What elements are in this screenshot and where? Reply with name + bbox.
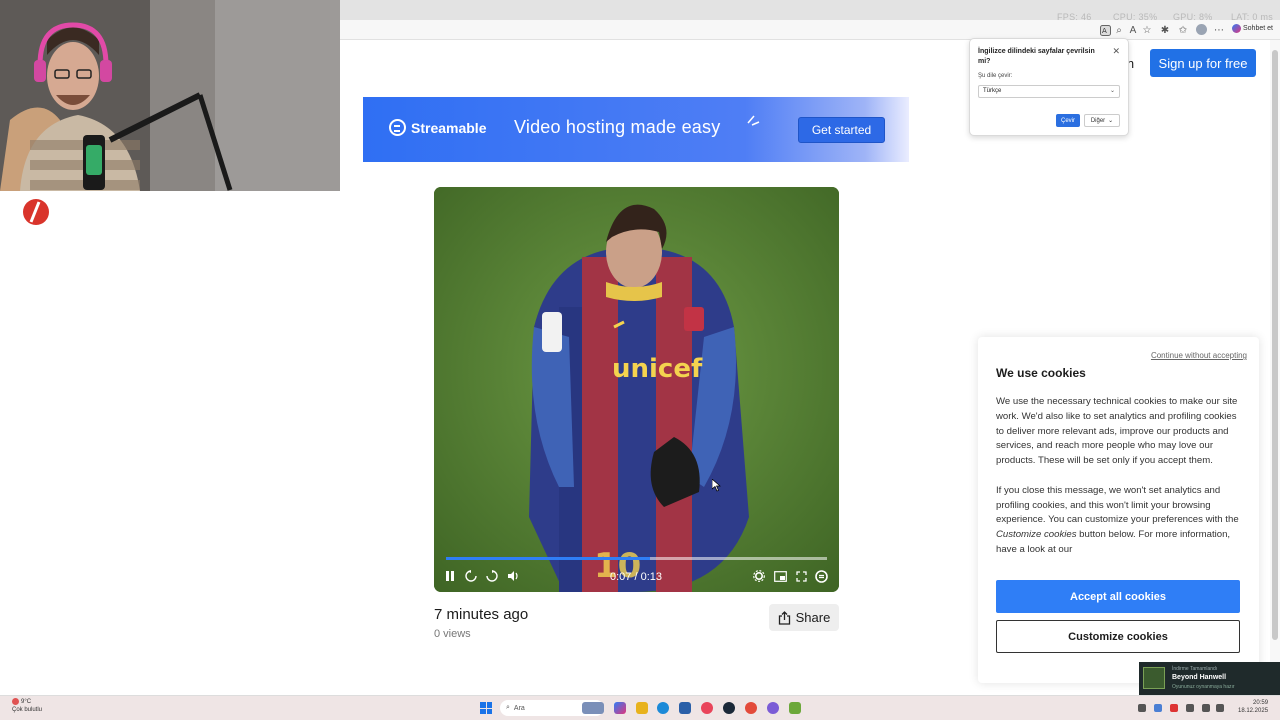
video-player[interactable]: unicef 10 0:07 / 0:13 (434, 187, 839, 592)
notification-status: İndirme Tamamlandı (1172, 666, 1218, 672)
discord-icon[interactable] (767, 702, 779, 714)
fullscreen-icon[interactable] (793, 568, 809, 584)
zoom-icon[interactable]: ⌕ (1112, 23, 1126, 37)
obs-icon[interactable] (745, 702, 757, 714)
tray-network-icon[interactable] (1186, 704, 1194, 712)
copilot-chat-label: Sohbet et (1243, 25, 1273, 32)
share-icon (778, 610, 790, 625)
view-count: 0 views (434, 628, 471, 640)
streamable-logo-icon (389, 119, 406, 136)
forward-icon[interactable] (484, 568, 500, 584)
get-started-button[interactable]: Get started (798, 117, 885, 143)
translate-other-label: Diğer (1090, 117, 1106, 124)
store-icon[interactable] (679, 702, 691, 714)
game-thumbnail (1143, 667, 1165, 689)
search-icon: ⌕ (506, 704, 510, 711)
translate-button[interactable]: Çevir (1056, 114, 1080, 127)
translate-language-label: Şu dile çevir: (978, 73, 1013, 79)
cookie-paragraph-2-start: If you close this message, we won't set … (996, 484, 1239, 526)
taskbar-search-placeholder: Ara (513, 704, 525, 712)
tray-recording-icon[interactable] (1170, 704, 1178, 712)
mouse-cursor-icon (712, 479, 721, 492)
weather-icon (12, 698, 19, 705)
chevron-down-icon: ⌄ (1109, 88, 1115, 94)
notification-title: Beyond Hanwell (1172, 674, 1227, 681)
copilot-chat-button[interactable]: Sohbet et (1232, 24, 1273, 33)
cookie-paragraph-2: If you close this message, we won't set … (996, 484, 1246, 558)
profile-avatar[interactable] (1196, 24, 1207, 35)
file-explorer-icon[interactable] (636, 702, 648, 714)
streamable-logo: Streamable (389, 119, 486, 136)
progress-fill (446, 557, 650, 560)
streamer-logo-icon (23, 199, 49, 225)
cookie-paragraph-2-italic: Customize cookies (996, 529, 1077, 541)
windows-start-icon[interactable] (480, 702, 492, 714)
pause-icon[interactable] (442, 568, 458, 584)
cookie-consent-dialog: Continue without accepting We use cookie… (978, 337, 1259, 683)
webcam-overlay (0, 0, 340, 191)
customize-cookies-button[interactable]: Customize cookies (996, 620, 1240, 653)
language-select[interactable]: Türkçe ⌄ (978, 85, 1120, 98)
chevron-down-icon: ⌄ (1108, 118, 1114, 124)
tray-battery-icon[interactable] (1202, 704, 1210, 712)
video-frame: unicef 10 (434, 187, 839, 592)
tray-clock[interactable]: 20:59 18.12.2025 (1238, 699, 1268, 715)
settings-gear-icon[interactable] (751, 568, 767, 584)
cookie-title: We use cookies (996, 366, 1086, 380)
share-button[interactable]: Share (769, 604, 839, 631)
picture-in-picture-icon[interactable] (772, 568, 788, 584)
tray-volume-icon[interactable] (1216, 704, 1224, 712)
edge-browser-icon[interactable] (657, 702, 669, 714)
tray-chevron-icon[interactable] (1138, 704, 1146, 712)
banner-headline: Video hosting made easy (514, 117, 721, 137)
streamer-logo: ​ (22, 198, 56, 226)
progress-bar[interactable] (446, 557, 827, 560)
scrollbar-thumb[interactable] (1272, 50, 1278, 640)
translate-other-button[interactable]: Diğer ⌄ (1084, 114, 1120, 127)
translate-title: İngilizce dilindeki sayfalar çevrilsin m… (978, 48, 1095, 65)
translate-icon[interactable]: A (1098, 23, 1112, 37)
signup-button[interactable]: Sign up for free (1150, 49, 1256, 77)
windows-taskbar: 9°C Çok bulutlu ⌕ Ara 20:59 18.12.2025 (0, 695, 1280, 720)
weather-widget[interactable]: 9°C Çok bulutlu (12, 698, 42, 714)
language-select-value: Türkçe (983, 88, 1002, 94)
accept-all-cookies-button[interactable]: Accept all cookies (996, 580, 1240, 613)
more-menu-icon[interactable]: ⋯ (1212, 23, 1226, 37)
favorites-icon[interactable]: ✩ (1176, 23, 1190, 37)
game-app-icon[interactable] (789, 702, 801, 714)
steam-icon[interactable] (723, 702, 735, 714)
promo-banner[interactable]: Streamable Video hosting made easy Get s… (363, 97, 909, 162)
svg-text:unicef: unicef (612, 354, 703, 384)
tray-app-icon[interactable] (1154, 704, 1162, 712)
svg-text:A: A (1102, 27, 1107, 35)
copilot-icon (1232, 24, 1241, 33)
close-icon[interactable]: ✕ (1112, 46, 1120, 57)
notification-message: Oyununuz oynanmaya hazır (1172, 684, 1235, 690)
favorite-icon[interactable]: ☆ (1140, 23, 1154, 37)
volume-icon[interactable] (505, 568, 521, 584)
banner-brand: Streamable (411, 119, 487, 136)
sparkle-icon (747, 115, 760, 126)
rewind-icon[interactable] (463, 568, 479, 584)
copilot-app-icon[interactable] (614, 702, 626, 714)
weather-temp: 9°C (21, 699, 32, 706)
translate-popup: İngilizce dilindeki sayfalar çevrilsin m… (969, 38, 1129, 136)
tray-time: 20:59 (1253, 700, 1269, 706)
opera-icon[interactable] (701, 702, 713, 714)
cookie-body: We use the necessary technical cookies t… (996, 395, 1246, 573)
download-notification[interactable]: İndirme Tamamlandı Beyond Hanwell Oyunun… (1139, 662, 1280, 695)
posted-time: 7 minutes ago (434, 606, 529, 623)
extensions-icon[interactable]: ✱ (1158, 23, 1172, 37)
continue-without-accepting-link[interactable]: Continue without accepting (1151, 351, 1247, 360)
streamable-icon[interactable] (813, 568, 829, 584)
page-scrollbar[interactable] (1270, 40, 1280, 695)
cookie-paragraph-1: We use the necessary technical cookies t… (996, 396, 1238, 467)
weather-description: Çok bulutlu (12, 707, 43, 714)
read-aloud-icon[interactable]: A (1126, 23, 1140, 37)
search-highlight-icon[interactable] (582, 702, 604, 714)
tray-date: 18.12.2025 (1238, 708, 1269, 714)
share-label: Share (795, 610, 831, 625)
webcam-feed (0, 0, 340, 191)
time-display: 0:07 / 0:13 (610, 571, 662, 583)
